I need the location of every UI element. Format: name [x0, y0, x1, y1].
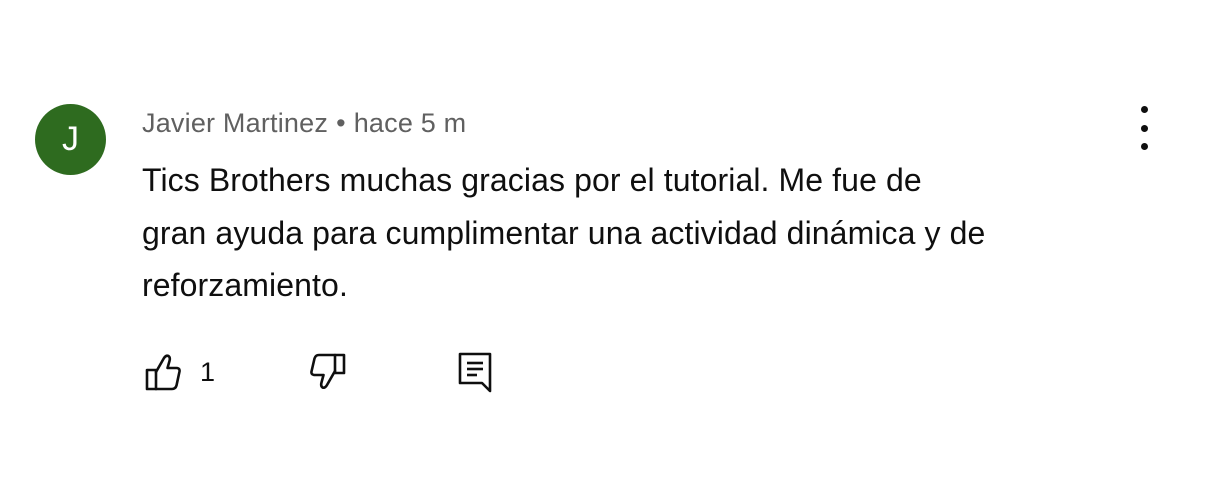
more-options-button[interactable]	[1124, 106, 1164, 150]
author-name[interactable]: Javier Martinez	[142, 108, 328, 138]
avatar[interactable]: J	[35, 104, 106, 175]
comment-text-line: Tics Brothers muchas gracias por el tuto…	[142, 162, 922, 198]
more-vertical-icon-dot	[1140, 124, 1148, 132]
comment-item: J Javier Martinez • hace 5 m Tics Brothers…	[0, 0, 1215, 489]
comment-header: Javier Martinez • hace 5 m	[142, 108, 466, 139]
dislike-button[interactable]	[308, 350, 348, 394]
comment-text-line: reforzamiento.	[142, 267, 348, 303]
more-vertical-icon	[1140, 106, 1148, 113]
more-vertical-icon-dot	[1140, 143, 1148, 150]
like-button[interactable]: 1	[142, 350, 215, 394]
comment-timestamp: hace 5 m	[353, 108, 467, 138]
comment-text: Tics Brothers muchas gracias por el tuto…	[142, 154, 1142, 312]
thumbs-up-icon	[142, 350, 182, 394]
separator-dot: •	[336, 108, 346, 138]
like-count: 1	[200, 356, 216, 387]
comment-text-line: gran ayuda para cumplimentar una activid…	[142, 214, 986, 251]
thumbs-down-icon	[308, 350, 348, 394]
reply-button[interactable]	[456, 350, 496, 394]
reply-comment-icon	[456, 350, 496, 394]
